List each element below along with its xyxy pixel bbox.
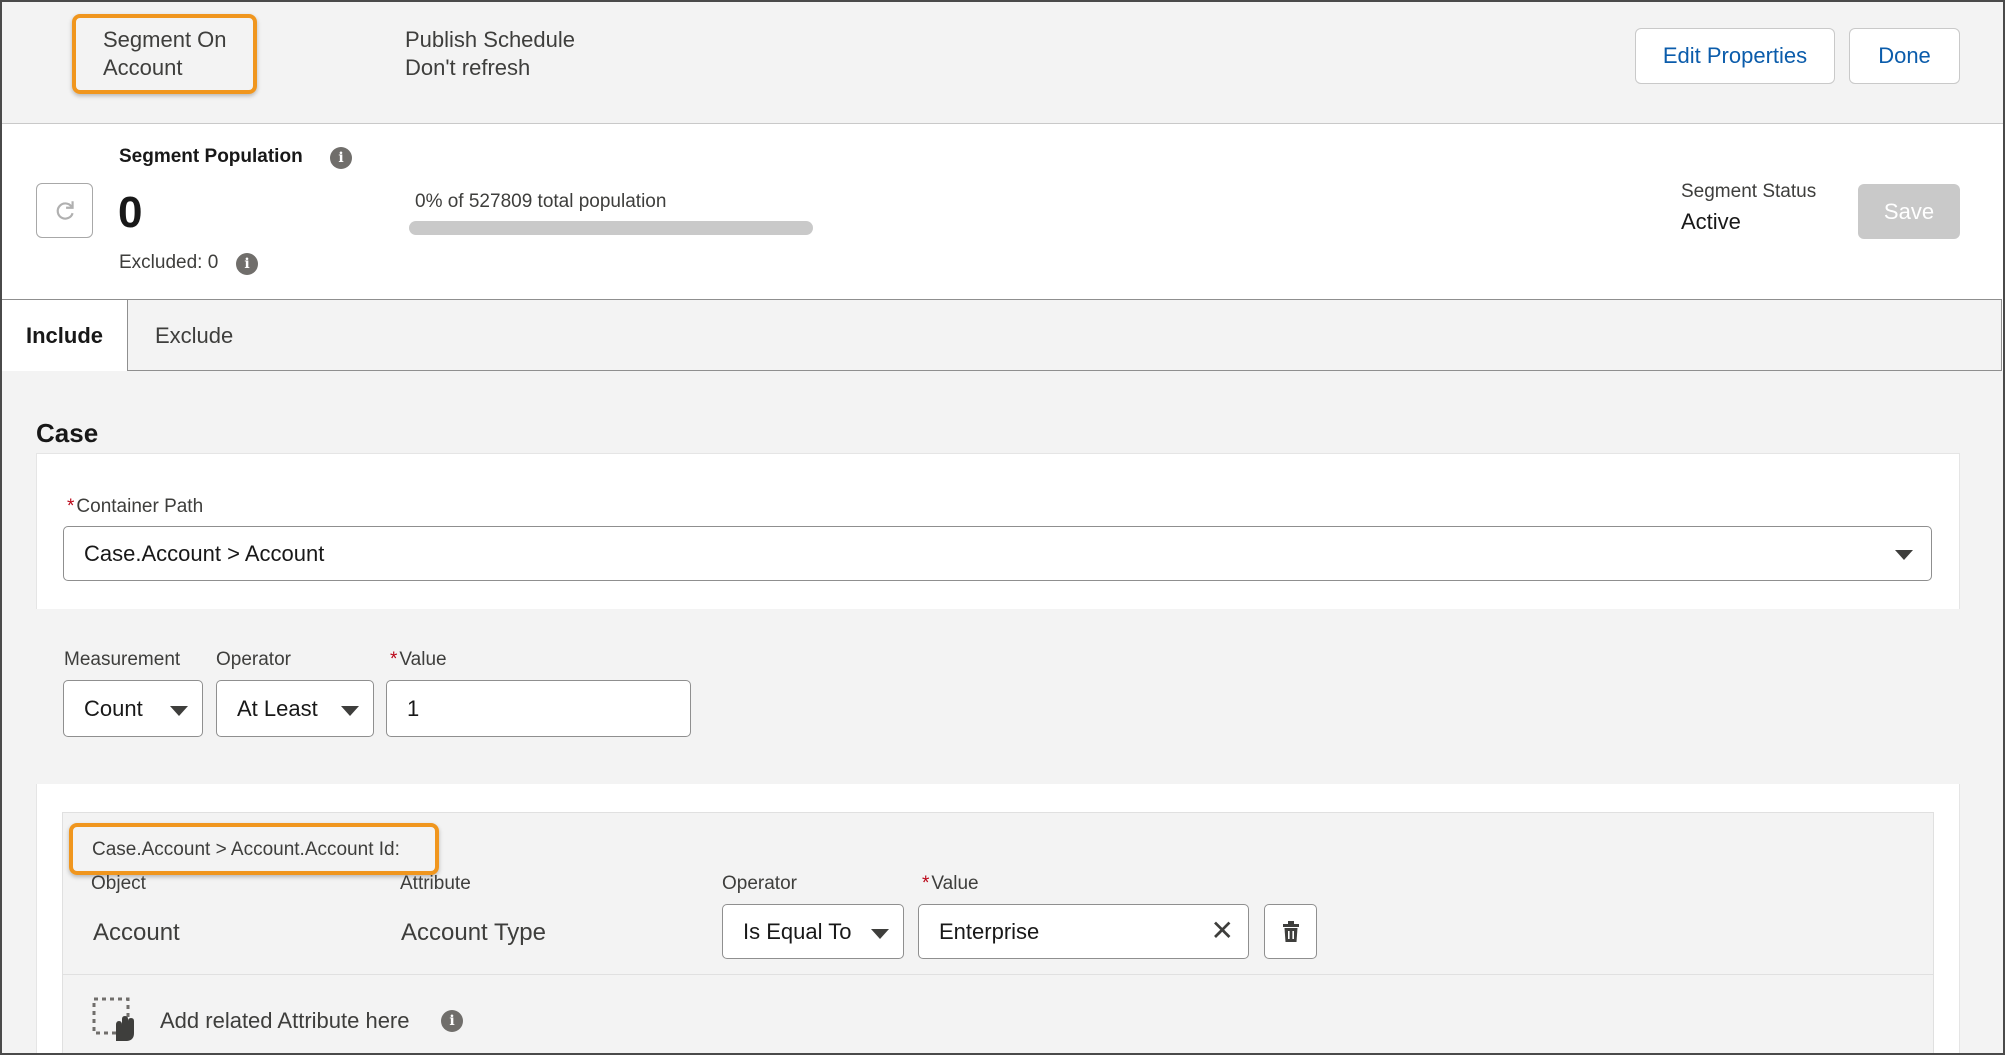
measurement-value: Count (84, 695, 143, 721)
filter-value-text: Enterprise (939, 918, 1040, 944)
excluded-count: Excluded: 0 (119, 252, 219, 273)
measurement-select[interactable]: Count (63, 680, 203, 737)
segment-population-title: Segment Population (119, 146, 303, 167)
object-label: Object (91, 873, 146, 894)
attribute-label: Attribute (400, 873, 471, 894)
add-related-attribute-text: Add related Attribute here (160, 1008, 410, 1033)
done-button[interactable]: Done (1849, 28, 1960, 84)
chevron-down-icon (341, 706, 359, 716)
publish-schedule-info: Publish Schedule Don't refresh (405, 26, 575, 82)
operator-label: Operator (216, 649, 291, 670)
edit-properties-button[interactable]: Edit Properties (1635, 28, 1835, 84)
segment-on-value: Account (103, 55, 183, 80)
segment-on-info: Segment On Account (103, 26, 227, 82)
filter-operator-label: Operator (722, 873, 797, 894)
tab-exclude[interactable]: Exclude (155, 300, 233, 371)
attribute-value: Account Type (401, 919, 546, 946)
save-button[interactable]: Save (1858, 184, 1960, 239)
trash-icon (1282, 920, 1299, 942)
container-path-value: Case.Account > Account (84, 540, 325, 566)
filter-operator-value: Is Equal To (743, 918, 852, 944)
delete-filter-button[interactable] (1264, 904, 1317, 959)
segment-on-label: Segment On (103, 27, 227, 52)
measurement-label: Measurement (64, 649, 181, 670)
segment-header: Segment On Account Publish Schedule Don'… (2, 2, 2003, 124)
operator-select[interactable]: At Least (216, 680, 374, 737)
info-icon[interactable]: i (236, 253, 258, 275)
refresh-button[interactable] (36, 183, 93, 238)
segment-status-value: Active (1681, 209, 1741, 234)
segment-status-label: Segment Status (1681, 181, 1817, 202)
close-icon[interactable]: ✕ (1211, 917, 1234, 945)
population-percent-text: 0% of 527809 total population (415, 191, 667, 212)
object-value: Account (93, 919, 180, 946)
chevron-down-icon (1895, 550, 1913, 560)
container-path-select[interactable]: Case.Account > Account (63, 526, 1932, 581)
drag-drop-icon[interactable] (92, 997, 138, 1043)
section-title: Case (36, 418, 99, 448)
filter-value-label: * Value (922, 873, 979, 894)
value-input[interactable]: 1 (386, 680, 691, 737)
tab-include[interactable]: Include (2, 300, 128, 372)
segment-builder-window: Segment On Account Publish Schedule Don'… (0, 0, 2005, 1055)
operator-value: At Least (237, 695, 318, 721)
filter-path: Case.Account > Account.Account Id: (92, 839, 400, 860)
include-exclude-tabs: Include Exclude (2, 299, 2002, 372)
publish-schedule-label: Publish Schedule (405, 27, 576, 52)
chevron-down-icon (170, 706, 188, 716)
info-icon[interactable]: i (441, 1010, 463, 1032)
publish-schedule-value: Don't refresh (405, 55, 531, 80)
value-label: * Value (390, 649, 447, 670)
filter-value-input[interactable]: Enterprise ✕ (918, 904, 1249, 959)
filter-divider (63, 974, 1933, 975)
info-icon[interactable]: i (330, 147, 352, 169)
container-path-label: * Container Path (67, 496, 204, 517)
chevron-down-icon (871, 929, 889, 939)
refresh-icon (56, 200, 74, 220)
filter-operator-select[interactable]: Is Equal To (722, 904, 904, 959)
population-progress-bar (409, 221, 813, 235)
population-count: 0 (118, 188, 143, 237)
value-input-text: 1 (407, 695, 420, 721)
